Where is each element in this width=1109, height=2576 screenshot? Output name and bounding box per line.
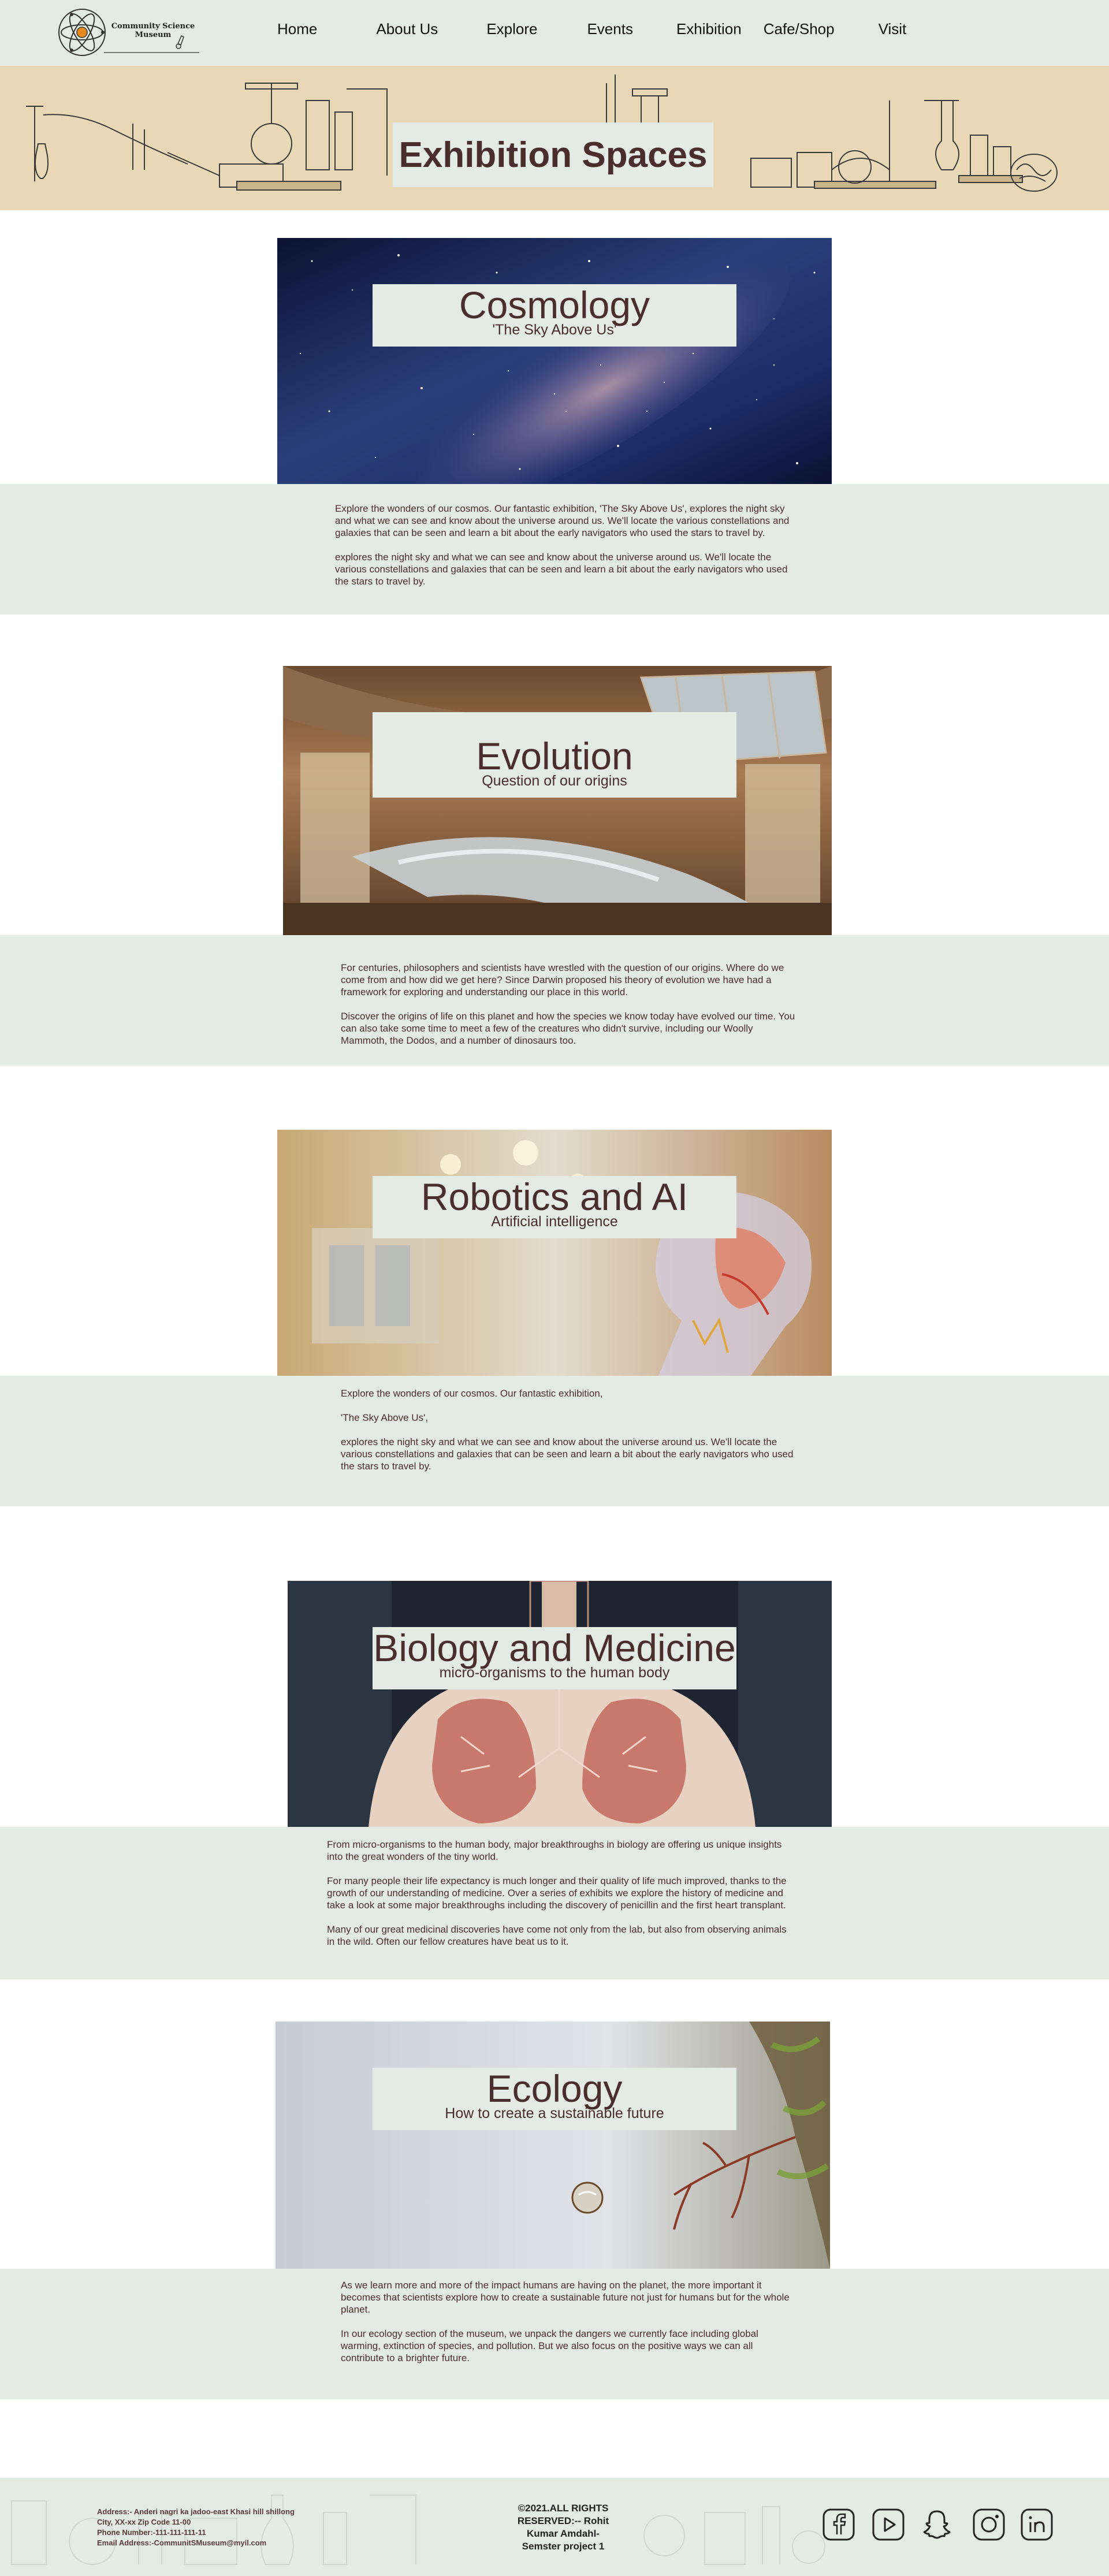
site-footer: Address:- Anderi nagri ka jadoo-east Kha… [0, 2478, 1109, 2576]
cosmology-title-box: Cosmology 'The Sky Above Us' [373, 284, 736, 347]
evolution-title-box: Evolution Question of our origins [373, 712, 736, 798]
biology-title: Biology and Medicine [373, 1626, 736, 1669]
evolution-paragraph: Discover the origins of life on this pla… [341, 1011, 795, 1046]
evolution-subtitle: Question of our origins [482, 773, 627, 789]
nav-explore[interactable]: Explore [486, 20, 537, 38]
phone-line: Phone Number:-111-111-111-11 [97, 2528, 206, 2537]
page-title: Exhibition Spaces [399, 135, 708, 175]
cosmology-description: Explore the wonders of our cosmos. Our f… [0, 484, 1109, 615]
robotics-description: Explore the wonders of our cosmos. Our f… [0, 1376, 1109, 1506]
robotics-title-box: Robotics and AI Artificial intelligence [373, 1176, 736, 1238]
hero-title-box: Exhibition Spaces [393, 122, 713, 187]
copyright-line: Semster project 1 [522, 2541, 605, 2552]
robotics-paragraph: 'The Sky Above Us', [341, 1412, 429, 1423]
biology-paragraph: For many people their life expectancy is… [327, 1875, 787, 1911]
robotics-title: Robotics and AI [420, 1175, 689, 1218]
snapchat-icon[interactable] [920, 2508, 954, 2541]
biology-paragraph: Many of our great medicinal discoveries … [327, 1924, 787, 1947]
main-menu: Home About Us Explore Events Exhibition … [277, 0, 906, 58]
footer-address: Address:- Anderi nagri ka jadoo-east Kha… [97, 2507, 295, 2548]
museum-logo[interactable]: Community Science Museum [58, 7, 199, 57]
ecology-image [276, 2022, 830, 2269]
nav-events[interactable]: Events [587, 20, 633, 38]
copyright-line: Kumar Amdahl- [527, 2528, 600, 2539]
logo-underline [104, 52, 199, 53]
ecology-subtitle: How to create a sustainable future [445, 2105, 664, 2121]
logo-text: Community Science Museum [110, 22, 196, 39]
ecology-paragraph: As we learn more and more of the impact … [341, 2280, 790, 2315]
ecology-title: Ecology [486, 2067, 623, 2110]
copyright-line: ©2021.ALL RIGHTS [518, 2503, 609, 2514]
cosmology-subtitle: 'The Sky Above Us' [492, 322, 617, 338]
evolution-description: For centuries, philosophers and scientis… [0, 935, 1109, 1066]
footer-copyright: ©2021.ALL RIGHTS RESERVED:-- Rohit Kumar… [503, 2502, 624, 2553]
biology-image [288, 1581, 832, 1827]
logo-line-1: Community Science [111, 22, 195, 31]
ecology-description: As we learn more and more of the impact … [0, 2269, 1109, 2399]
nav-about-us[interactable]: About Us [376, 20, 438, 38]
cosmology-paragraph: Explore the wonders of our cosmos. Our f… [335, 503, 790, 538]
cosmology-image [277, 238, 832, 486]
cosmology-title: Cosmology [459, 284, 650, 326]
biology-title-box: Biology and Medicine micro-organisms to … [373, 1627, 736, 1689]
nav-exhibition[interactable]: Exhibition [676, 20, 742, 38]
ecology-title-box: Ecology How to create a sustainable futu… [373, 2068, 736, 2130]
robotics-paragraph: explores the night sky and what we can s… [341, 1436, 794, 1472]
linkedin-icon[interactable] [1020, 2508, 1054, 2541]
facebook-icon[interactable] [822, 2508, 855, 2541]
evolution-image [283, 666, 832, 936]
instagram-icon[interactable] [972, 2508, 1006, 2541]
nav-cafe-shop[interactable]: Cafe/Shop [764, 20, 835, 38]
address-line: City, XX-xx Zip Code 11-00 [97, 2518, 191, 2526]
nav-visit[interactable]: Visit [879, 20, 907, 38]
nav-home[interactable]: Home [277, 20, 317, 38]
evolution-title: Evolution [476, 735, 633, 777]
email-line: Email Address:-CommunitSMuseum@myil.com [97, 2538, 267, 2547]
youtube-icon[interactable] [872, 2508, 905, 2541]
robotics-image [277, 1130, 832, 1376]
biology-paragraph: From micro-organisms to the human body, … [327, 1839, 782, 1862]
logo-line-2: Museum [135, 31, 172, 39]
evolution-paragraph: For centuries, philosophers and scientis… [341, 962, 784, 997]
cosmology-paragraph: explores the night sky and what we can s… [335, 552, 788, 587]
biology-description: From micro-organisms to the human body, … [0, 1827, 1109, 1979]
copyright-line: RESERVED:-- Rohit [517, 2515, 609, 2526]
top-nav: Community Science Museum Home About Us E… [0, 0, 1109, 66]
hero-banner: Exhibition Spaces [0, 66, 1109, 210]
address-line: Address:- Anderi nagri ka jadoo-east Kha… [97, 2507, 295, 2516]
ecology-paragraph: In our ecology section of the museum, we… [341, 2328, 758, 2363]
robotics-paragraph: Explore the wonders of our cosmos. Our f… [341, 1388, 603, 1399]
